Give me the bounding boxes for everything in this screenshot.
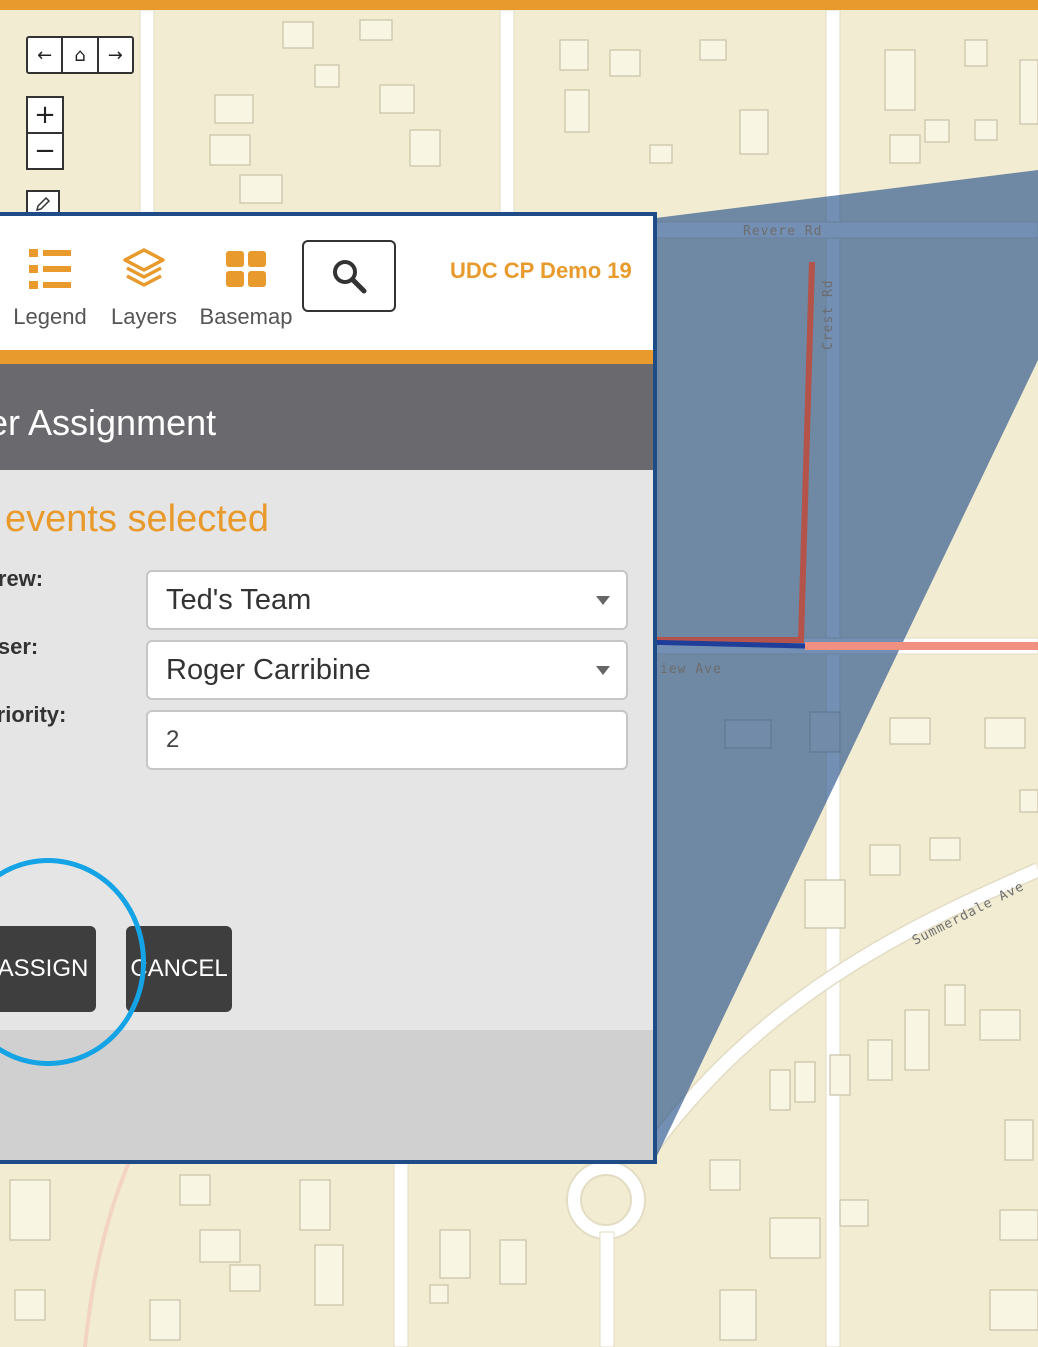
basemap-label: Basemap — [199, 304, 293, 329]
app-title: UDC CP Demo 19 — [450, 258, 632, 283]
legend-button[interactable]: Legend — [10, 244, 90, 330]
pencil-icon — [35, 196, 51, 212]
dialog-footer — [0, 1030, 653, 1160]
zoom-controls: + − — [26, 96, 64, 170]
priority-value: 2 — [166, 726, 180, 753]
chevron-down-icon — [596, 666, 610, 675]
zoom-out-button[interactable]: − — [28, 134, 62, 168]
arrow-right-icon[interactable]: → — [99, 38, 132, 72]
search-button[interactable] — [302, 240, 396, 312]
layers-label: Layers — [110, 304, 178, 329]
home-icon[interactable]: ⌂ — [63, 38, 99, 72]
priority-label: Priority: — [0, 702, 67, 727]
arrow-left-icon[interactable]: ← — [28, 38, 64, 72]
basemap-button[interactable]: Basemap — [196, 244, 296, 330]
priority-input[interactable]: 2 — [146, 710, 628, 770]
grid-icon — [196, 244, 296, 294]
user-value: Roger Carribine — [166, 653, 371, 686]
assign-button[interactable]: ASSIGN — [0, 926, 96, 1012]
list-icon — [10, 244, 90, 294]
user-label: User: — [0, 634, 39, 659]
street-label-view: iew Ave — [660, 662, 722, 677]
chevron-down-icon — [596, 596, 610, 605]
legend-label: Legend — [13, 304, 87, 329]
search-icon — [333, 260, 367, 294]
cancel-button[interactable]: CANCEL — [126, 926, 232, 1012]
crew-label: Crew: — [0, 566, 44, 591]
layers-button[interactable]: Layers — [106, 244, 182, 330]
street-label-crest: Crest Rd — [821, 279, 836, 350]
crew-value: Ted's Team — [166, 583, 312, 616]
events-selected-text: l events selected — [0, 498, 270, 540]
crew-dropdown[interactable]: Ted's Team — [146, 570, 628, 630]
top-accent-bar — [0, 0, 1038, 10]
dialog-title: ser Assignment — [0, 402, 217, 443]
user-dropdown[interactable]: Roger Carribine — [146, 640, 628, 700]
layers-icon — [106, 244, 182, 294]
map-nav-controls: ← ⌂ → — [26, 36, 134, 74]
zoom-in-button[interactable]: + — [28, 98, 62, 134]
dialog-header: ser Assignment — [0, 364, 653, 470]
panel-toolbar: Legend Layers Basemap UDC CP Demo 19 — [0, 216, 653, 350]
street-label-revere: Revere Rd — [743, 224, 822, 239]
toolbar-accent-bar — [0, 350, 653, 364]
edit-button[interactable] — [26, 190, 60, 214]
